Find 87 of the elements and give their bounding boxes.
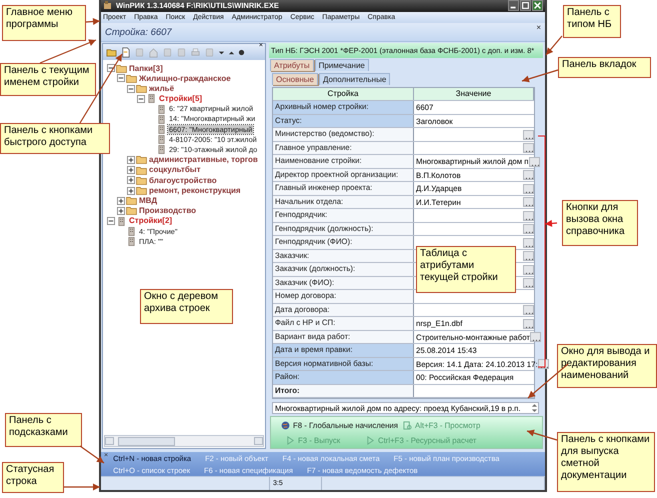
spinner-icon[interactable] [531,403,538,414]
folder-icon [136,176,147,185]
callout-arrow [526,430,558,441]
lookup-button[interactable] [523,197,534,208]
expand-icon[interactable] [127,156,135,164]
lookup-button[interactable] [523,130,534,140]
collapse-icon[interactable] [107,217,115,226]
callout-arrow [86,18,100,25]
lookup-button[interactable] [523,278,534,288]
collapse-icon[interactable] [117,74,125,82]
lookup-button[interactable] [523,184,534,194]
callout-note: Панель с типом НБ [563,5,621,38]
folder-icon [126,74,137,83]
callout-note: Окно для вывода и редактирования наименований [557,344,657,388]
folder-icon [136,84,147,94]
app-icon [103,1,112,10]
lookup-button[interactable] [523,264,534,275]
callout-arrow [64,484,100,490]
tab[interactable]: Дополнительные [318,72,390,85]
lookup-button[interactable] [523,210,534,221]
lookup-button[interactable] [523,170,534,180]
tab[interactable]: Примечание [314,58,369,71]
tree-item[interactable]: Стройки[2] [128,216,174,226]
expand-icon[interactable] [127,186,135,195]
callout-note: Панель с кнопками для выпуска сметной документации [557,432,655,492]
callout-note: Панель с текущим именем стройки [0,63,96,96]
callout-note: Главное меню программы [2,5,86,41]
tree-item[interactable]: Жилищно-гражданское [138,74,232,84]
callout-note: Окно с деревом архива строек [140,289,233,324]
folder-icon [136,186,147,196]
construction-name: Стройка: 6607 [105,26,173,38]
callout-arrow [80,446,104,464]
callout-note: Таблица с атрибутами текущей стройки [416,246,516,293]
play-icon [286,436,295,445]
folder-icon [136,166,147,175]
pin-icon[interactable] [238,48,245,56]
callout-arrow [544,220,558,227]
document-icon[interactable] [120,46,131,58]
horizontal-scrollbar[interactable] [104,435,264,448]
tree-item[interactable]: Папки[3] [128,64,164,74]
lookup-button[interactable] [523,143,534,154]
collapse-icon[interactable] [137,94,145,103]
tab[interactable]: Основные [272,72,318,85]
tree-item[interactable]: ремонт, реконструкция [148,186,242,196]
expand-icon[interactable] [127,166,135,174]
lookup-button[interactable] [523,251,534,262]
scroll-thumb[interactable] [118,436,175,446]
minimize-icon[interactable] [508,0,519,12]
lookup-button[interactable] [523,224,534,234]
tree-item[interactable]: административные, торгов [148,155,259,165]
maximize-icon[interactable] [520,0,531,12]
lookup-button[interactable] [523,305,534,316]
folder-icon[interactable] [106,46,117,58]
folder-icon [136,155,147,164]
lookup-button[interactable] [523,238,534,248]
column-header: Значение [414,88,534,100]
callout-note: Панель с кнопками быстрого доступа [0,123,110,154]
folder-icon [126,206,137,216]
expand-icon[interactable] [117,206,125,215]
tree-item[interactable]: жильё [148,84,176,94]
folder-icon [126,196,137,206]
play-icon [366,436,375,445]
expand-icon[interactable] [127,176,135,184]
tree-item[interactable]: Стройки[5] [158,94,204,104]
callout-arrow [522,69,558,82]
callout-note: Статусная строка [2,462,64,493]
callout-note: Панель вкладок [558,57,651,78]
lookup-button[interactable] [528,156,540,167]
collapse-icon[interactable] [127,84,135,93]
tree-item[interactable]: соцкультбыт [148,165,202,175]
tree-item[interactable]: благоустройство [148,176,218,186]
lookup-button[interactable] [530,332,541,342]
expand-icon[interactable] [117,196,125,205]
tab[interactable]: Атрибуты [270,58,314,71]
dropdown-icon[interactable] [218,48,225,56]
callout-note: Панель с подсказками [5,413,82,447]
tree-item[interactable]: Производство [138,206,198,216]
callout-note: Кнопки для вызова окна справочника [562,200,638,246]
close-icon[interactable] [532,0,543,12]
tree-item[interactable]: МВД [138,196,158,206]
preview-icon [403,420,412,430]
column-header: Стройка [273,88,414,100]
lookup-button[interactable] [523,318,534,329]
folder-icon [116,64,127,73]
close-button[interactable]: × [536,22,541,32]
callout-arrow [546,36,562,56]
globe-icon [281,420,290,430]
